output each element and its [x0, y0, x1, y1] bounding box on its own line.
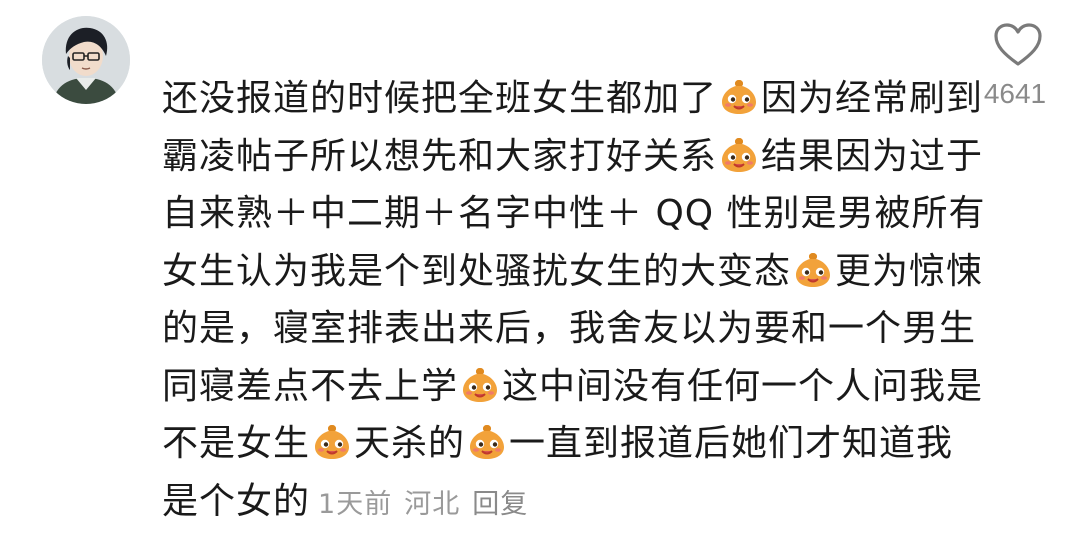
like-button[interactable] — [988, 22, 1048, 72]
comment-line: 不是女生 天杀的 一直到报道后她们才知道我 — [162, 415, 962, 473]
comment-line: 女生认为我是个到处骚扰女生的大变态更为惊悚 — [162, 243, 962, 301]
comment-text-segment: 一直到报道后她们才知道我 — [509, 423, 953, 464]
smirk-emoji-icon — [793, 249, 833, 289]
smirk-emoji-icon — [460, 364, 500, 404]
comment-line: 还没报道的时候把全班女生都加了因为经常刷到 — [162, 70, 962, 128]
comment-meta: 1天前河北回复 — [318, 489, 540, 520]
comment-text-segment: 是个女的 — [162, 481, 310, 522]
comment-text-segment: 同寝差点不去上学 — [162, 366, 458, 407]
comment-text-segment: 还没报道的时候把全班女生都加了 — [162, 78, 717, 119]
comment-text-segment: 不是女生 — [162, 423, 310, 464]
comment-line: 自来熟＋中二期＋名字中性＋ QQ 性别是男被所有 — [162, 185, 962, 243]
avatar[interactable] — [42, 16, 130, 104]
comment-text-segment: 更为惊悚 — [835, 251, 983, 292]
comment-line: 霸凌帖子所以想先和大家打好关系结果因为过于 — [162, 128, 962, 186]
smirk-emoji-icon — [312, 421, 352, 461]
comment-item: 还没报道的时候把全班女生都加了因为经常刷到霸凌帖子所以想先和大家打好关系结果因为… — [0, 0, 1080, 520]
smirk-emoji-icon — [719, 76, 759, 116]
comment-text-segment: 自来熟＋中二期＋名字中性＋ QQ 性别是男被所有 — [162, 193, 986, 234]
comment-text-segment: 的是，寝室排表出来后，我舍友以为要和一个男生 — [162, 308, 976, 349]
comment-line: 的是，寝室排表出来后，我舍友以为要和一个男生 — [162, 300, 962, 358]
comment-line: 同寝差点不去上学这中间没有任何一个人问我是 — [162, 358, 962, 416]
comment-line: 是个女的 1天前河北回复 — [162, 473, 962, 533]
comment-time: 1天前 — [318, 489, 392, 520]
like-count: 4641 — [975, 78, 1055, 110]
comment-text: 还没报道的时候把全班女生都加了因为经常刷到霸凌帖子所以想先和大家打好关系结果因为… — [162, 70, 962, 533]
user-avatar-icon — [42, 16, 130, 104]
comment-text-segment: 这中间没有任何一个人问我是 — [502, 366, 983, 407]
comment-text-segment: 因为经常刷到 — [761, 78, 983, 119]
comment-text-segment: 女生认为我是个到处骚扰女生的大变态 — [162, 251, 791, 292]
comment-text-segment: 天杀的 — [354, 423, 465, 464]
smirk-emoji-icon — [467, 421, 507, 461]
heart-outline-icon — [992, 22, 1044, 68]
comment-text-segment: 结果因为过于 — [761, 136, 983, 177]
reply-button[interactable]: 回复 — [472, 489, 528, 520]
comment-location: 河北 — [404, 489, 460, 520]
smirk-emoji-icon — [719, 134, 759, 174]
comment-text-segment: 霸凌帖子所以想先和大家打好关系 — [162, 136, 717, 177]
